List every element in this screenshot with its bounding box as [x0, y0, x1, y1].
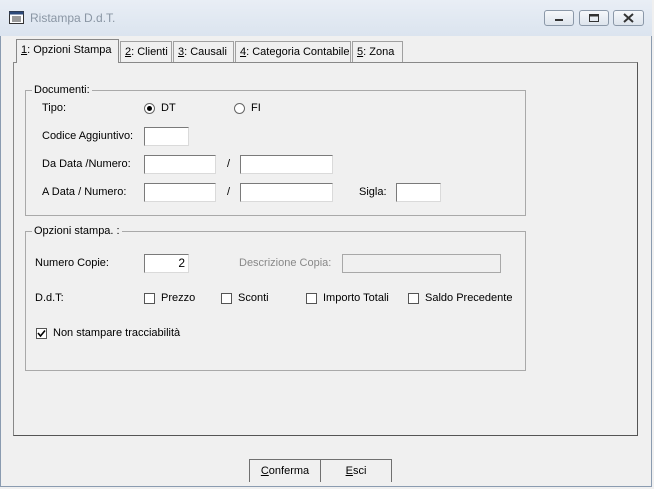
conferma-label: onferma	[268, 465, 310, 477]
radio-fi-label[interactable]: FI	[251, 102, 261, 114]
maximize-button[interactable]	[579, 10, 609, 26]
prezzo-label[interactable]: Prezzo	[161, 292, 195, 304]
a-numero-input[interactable]	[240, 183, 333, 202]
a-data-label: A Data / Numero:	[42, 186, 127, 198]
radio-fi[interactable]	[234, 103, 245, 114]
tab-label: : Opzioni Stampa	[27, 44, 112, 56]
tab-causali[interactable]: 3: Causali	[173, 41, 234, 62]
a-slash: /	[227, 186, 231, 198]
tab-label: : Clienti	[131, 46, 168, 58]
conferma-button[interactable]: Conferma	[249, 459, 321, 482]
sigla-input[interactable]	[396, 183, 441, 202]
numero-copie-label: Numero Copie:	[35, 257, 109, 269]
tipo-label: Tipo:	[42, 102, 67, 114]
maximize-icon	[589, 14, 599, 22]
sigla-label: Sigla:	[359, 186, 387, 198]
ddt-label: D.d.T:	[35, 292, 64, 304]
saldo-precedente-checkbox[interactable]	[408, 293, 419, 304]
tab-zona[interactable]: 5: Zona	[352, 41, 403, 62]
tab-clienti[interactable]: 2: Clienti	[120, 41, 172, 62]
numero-copie-input[interactable]: 2	[144, 254, 189, 273]
esci-button[interactable]: Esci	[320, 459, 392, 482]
da-data-input[interactable]	[144, 155, 216, 174]
da-slash: /	[227, 158, 231, 170]
close-icon	[623, 13, 634, 23]
importo-totali-label[interactable]: Importo Totali	[323, 292, 389, 304]
descrizione-copia-label: Descrizione Copia:	[239, 257, 332, 269]
esci-hotkey: E	[345, 465, 353, 477]
sconti-checkbox[interactable]	[221, 293, 232, 304]
codice-aggiuntivo-input[interactable]	[144, 127, 189, 146]
window-title: Ristampa D.d.T.	[30, 11, 116, 25]
sconti-label[interactable]: Sconti	[238, 292, 269, 304]
tab-label: : Zona	[363, 46, 395, 58]
da-data-label: Da Data /Numero:	[42, 158, 131, 170]
prezzo-checkbox[interactable]	[144, 293, 155, 304]
minimize-icon	[555, 19, 563, 21]
tab-label: : Causali	[184, 46, 227, 58]
app-icon	[9, 11, 24, 24]
radio-dt[interactable]	[144, 103, 155, 114]
esci-label: sci	[352, 465, 367, 477]
conferma-hotkey: C	[260, 465, 269, 477]
tracciabilita-label[interactable]: Non stampare tracciabilità	[53, 327, 180, 339]
descrizione-copia-input	[342, 254, 501, 273]
tab-categoria-contabile[interactable]: 4: Categoria Contabile	[235, 41, 351, 62]
documenti-legend: Documenti:	[32, 84, 92, 96]
close-button[interactable]	[613, 10, 644, 26]
importo-totali-checkbox[interactable]	[306, 293, 317, 304]
minimize-button[interactable]	[544, 10, 574, 26]
saldo-precedente-label[interactable]: Saldo Precedente	[425, 292, 512, 304]
a-data-input[interactable]	[144, 183, 216, 202]
codice-aggiuntivo-label: Codice Aggiuntivo:	[42, 130, 134, 142]
tracciabilita-checkbox[interactable]	[36, 328, 47, 339]
tab-opzioni-stampa[interactable]: 1: Opzioni Stampa	[16, 39, 119, 63]
check-icon	[37, 329, 46, 338]
radio-dt-label[interactable]: DT	[161, 102, 176, 114]
opzioni-stampa-legend: Opzioni stampa. :	[32, 225, 122, 237]
tab-label: : Categoria Contabile	[246, 46, 350, 58]
da-numero-input[interactable]	[240, 155, 333, 174]
